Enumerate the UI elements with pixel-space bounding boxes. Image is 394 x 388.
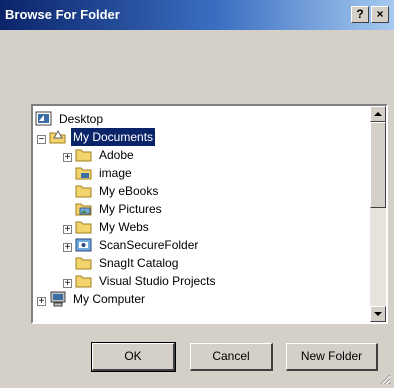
my-documents-icon xyxy=(49,129,67,145)
resize-grip-icon[interactable] xyxy=(379,373,391,385)
scroll-thumb[interactable] xyxy=(370,122,386,208)
expand-toggle[interactable]: + xyxy=(37,297,46,307)
new-folder-button[interactable]: New Folder xyxy=(286,343,378,371)
folder-icon xyxy=(75,183,93,199)
ok-button[interactable]: OK xyxy=(91,342,176,372)
expand-toggle[interactable]: + xyxy=(63,279,72,289)
expand-toggle[interactable]: + xyxy=(63,243,72,253)
arrow-down-icon xyxy=(374,312,382,316)
secure-folder-icon xyxy=(75,237,93,253)
tree-item-label: ScanSecureFolder xyxy=(99,238,199,252)
computer-icon xyxy=(49,291,67,307)
tree-item-label: My Pictures xyxy=(99,202,162,216)
scroll-down-button[interactable] xyxy=(370,306,386,322)
tree-item-label: Visual Studio Projects xyxy=(99,274,216,288)
browse-for-folder-dialog: Browse For Folder ? × Desktop − My Docum… xyxy=(0,0,394,388)
help-button[interactable]: ? xyxy=(351,6,369,23)
tree-item-label: image xyxy=(99,166,132,180)
tree-item-label: My Webs xyxy=(99,220,149,234)
folder-icon xyxy=(75,147,93,163)
desktop-icon xyxy=(35,111,53,127)
collapse-toggle[interactable]: − xyxy=(37,135,46,145)
tree-item-label: My Documents xyxy=(71,128,156,146)
tree-item-label: SnagIt Catalog xyxy=(99,256,179,270)
scroll-up-button[interactable] xyxy=(370,106,386,122)
image-folder-icon xyxy=(75,165,93,181)
cancel-button[interactable]: Cancel xyxy=(190,343,273,371)
tree-item-label: My Computer xyxy=(73,292,146,306)
close-button[interactable]: × xyxy=(371,6,389,23)
title-bar[interactable]: Browse For Folder ? × xyxy=(0,0,394,30)
tree-item-label: My eBooks xyxy=(99,184,159,198)
window-title: Browse For Folder xyxy=(5,7,120,22)
pictures-folder-icon xyxy=(75,201,93,217)
tree-item-label: Desktop xyxy=(59,112,104,126)
expand-toggle[interactable]: + xyxy=(63,153,72,163)
folder-icon xyxy=(75,255,93,271)
folder-tree[interactable]: Desktop − My Documents + Adobe image My … xyxy=(31,104,388,324)
vertical-scrollbar[interactable] xyxy=(370,106,386,322)
folder-icon xyxy=(75,219,93,235)
arrow-up-icon xyxy=(374,112,382,116)
expand-toggle[interactable]: + xyxy=(63,225,72,235)
tree-item-label: Adobe xyxy=(99,148,134,162)
folder-icon xyxy=(75,273,93,289)
